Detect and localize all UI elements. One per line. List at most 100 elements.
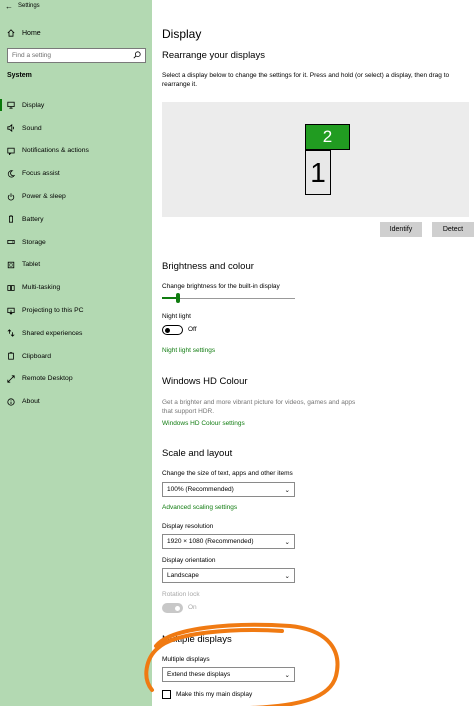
multiple-displays-label: Multiple displays bbox=[162, 656, 210, 663]
night-light-state: Off bbox=[188, 326, 197, 333]
tablet-icon bbox=[0, 261, 22, 269]
search-icon[interactable] bbox=[133, 50, 141, 61]
back-arrow-icon[interactable]: ← bbox=[0, 2, 18, 11]
sidebar-item-shared-experiences[interactable]: Shared experiences bbox=[0, 322, 152, 345]
window-title: Settings bbox=[18, 3, 40, 9]
toggle-knob bbox=[175, 606, 180, 611]
storage-icon bbox=[0, 238, 22, 246]
sidebar-item-clipboard[interactable]: Clipboard bbox=[0, 345, 152, 368]
chevron-down-icon: ⌄ bbox=[284, 538, 290, 546]
sidebar-item-label: Projecting to this PC bbox=[22, 307, 84, 315]
main-display-checkbox[interactable] bbox=[162, 690, 171, 699]
hdr-settings-link[interactable]: Windows HD Colour settings bbox=[162, 419, 245, 428]
power-icon bbox=[0, 192, 22, 201]
resolution-label: Display resolution bbox=[162, 523, 214, 530]
orientation-select-value: Landscape bbox=[167, 572, 199, 579]
chevron-down-icon: ⌄ bbox=[284, 671, 290, 679]
sidebar-item-tablet[interactable]: Tablet bbox=[0, 254, 152, 277]
speaker-icon bbox=[0, 124, 22, 133]
sidebar-item-label: Sound bbox=[22, 124, 42, 132]
home-label: Home bbox=[22, 29, 41, 37]
orientation-label: Display orientation bbox=[162, 557, 216, 564]
sidebar-item-label: Focus assist bbox=[22, 170, 60, 178]
info-icon bbox=[0, 398, 22, 406]
identify-button[interactable]: Identify bbox=[380, 222, 422, 237]
hdr-description-line-1: Get a brighter and more vibrant picture … bbox=[162, 399, 356, 406]
display-arrangement-area[interactable]: 2 1 bbox=[162, 102, 469, 217]
multiple-displays-heading: Multiple displays bbox=[162, 634, 232, 645]
sidebar-item-storage[interactable]: Storage bbox=[0, 231, 152, 254]
sidebar-item-remote-desktop[interactable]: Remote Desktop bbox=[0, 368, 152, 391]
home-link[interactable]: Home bbox=[0, 25, 152, 41]
rotation-lock-label: Rotation lock bbox=[162, 591, 200, 598]
main-content: Display Rearrange your displays Select a… bbox=[152, 0, 474, 706]
sidebar-item-multitasking[interactable]: Multi-tasking bbox=[0, 276, 152, 299]
home-icon bbox=[0, 29, 22, 37]
scale-select[interactable]: 100% (Recommended) ⌄ bbox=[162, 482, 295, 497]
sidebar-item-label: Tablet bbox=[22, 261, 41, 269]
sidebar-item-label: Power & sleep bbox=[22, 193, 66, 201]
toggle-knob bbox=[165, 328, 170, 333]
search-input[interactable]: Find a setting bbox=[7, 48, 146, 63]
chevron-down-icon: ⌄ bbox=[284, 572, 290, 580]
hdr-heading: Windows HD Colour bbox=[162, 376, 248, 387]
sidebar-item-notifications[interactable]: Notifications & actions bbox=[0, 140, 152, 163]
sidebar-item-power-sleep[interactable]: Power & sleep bbox=[0, 185, 152, 208]
display-1-tile[interactable]: 1 bbox=[305, 150, 331, 195]
sidebar-item-label: Storage bbox=[22, 238, 46, 246]
battery-icon bbox=[0, 215, 22, 223]
sidebar: ← Settings Home Find a setting System Di… bbox=[0, 0, 152, 706]
resolution-select[interactable]: 1920 × 1080 (Recommended) ⌄ bbox=[162, 534, 295, 549]
section-label-system: System bbox=[7, 72, 32, 79]
monitor-icon bbox=[0, 101, 22, 109]
sidebar-item-about[interactable]: About bbox=[0, 390, 152, 413]
scale-heading: Scale and layout bbox=[162, 448, 233, 459]
night-light-toggle[interactable] bbox=[162, 325, 183, 335]
rearrange-heading: Rearrange your displays bbox=[162, 50, 265, 61]
rearrange-description-line-2: rearrange it. bbox=[162, 81, 198, 88]
title-bar: ← Settings bbox=[0, 0, 152, 12]
multiple-displays-select[interactable]: Extend these displays ⌄ bbox=[162, 667, 295, 682]
sidebar-item-focus-assist[interactable]: Focus assist bbox=[0, 162, 152, 185]
hdr-description-line-2: that support HDR. bbox=[162, 408, 215, 415]
detect-button[interactable]: Detect bbox=[432, 222, 474, 237]
chevron-down-icon: ⌄ bbox=[284, 486, 290, 494]
rotation-lock-state: On bbox=[188, 604, 197, 611]
sidebar-item-label: Battery bbox=[22, 215, 44, 223]
clipboard-icon bbox=[0, 352, 22, 360]
remote-desktop-icon bbox=[0, 375, 22, 383]
sidebar-item-label: About bbox=[22, 398, 40, 406]
search-placeholder: Find a setting bbox=[12, 52, 52, 59]
rearrange-description-line-1: Select a display below to change the set… bbox=[162, 72, 450, 79]
brightness-slider-track[interactable] bbox=[162, 298, 295, 299]
advanced-scaling-link[interactable]: Advanced scaling settings bbox=[162, 503, 237, 512]
sidebar-item-projecting[interactable]: Projecting to this PC bbox=[0, 299, 152, 322]
shared-experiences-icon bbox=[0, 329, 22, 338]
sidebar-item-label: Clipboard bbox=[22, 352, 52, 360]
sidebar-item-sound[interactable]: Sound bbox=[0, 117, 152, 140]
moon-icon bbox=[0, 170, 22, 178]
multitasking-icon bbox=[0, 284, 22, 292]
sidebar-nav: Display Sound Notifications & actions Fo… bbox=[0, 94, 152, 413]
projecting-icon bbox=[0, 307, 22, 315]
orientation-select[interactable]: Landscape ⌄ bbox=[162, 568, 295, 583]
multiple-displays-select-value: Extend these displays bbox=[167, 671, 231, 678]
scale-select-value: 100% (Recommended) bbox=[167, 486, 234, 493]
brightness-slider-label: Change brightness for the built-in displ… bbox=[162, 283, 280, 290]
sidebar-item-label: Shared experiences bbox=[22, 329, 83, 337]
rotation-lock-toggle bbox=[162, 603, 183, 613]
sidebar-item-battery[interactable]: Battery bbox=[0, 208, 152, 231]
night-light-label: Night light bbox=[162, 313, 191, 320]
display-2-tile[interactable]: 2 bbox=[305, 124, 350, 150]
main-display-label: Make this my main display bbox=[176, 691, 253, 698]
brightness-slider-thumb[interactable] bbox=[175, 293, 180, 303]
sidebar-item-label: Remote Desktop bbox=[22, 375, 73, 383]
notifications-icon bbox=[0, 147, 22, 155]
size-label: Change the size of text, apps and other … bbox=[162, 470, 293, 477]
page-title: Display bbox=[162, 27, 202, 41]
brightness-heading: Brightness and colour bbox=[162, 261, 254, 272]
night-light-settings-link[interactable]: Night light settings bbox=[162, 346, 215, 355]
sidebar-item-label: Display bbox=[22, 101, 45, 109]
resolution-select-value: 1920 × 1080 (Recommended) bbox=[167, 538, 254, 545]
sidebar-item-display[interactable]: Display bbox=[0, 94, 152, 117]
